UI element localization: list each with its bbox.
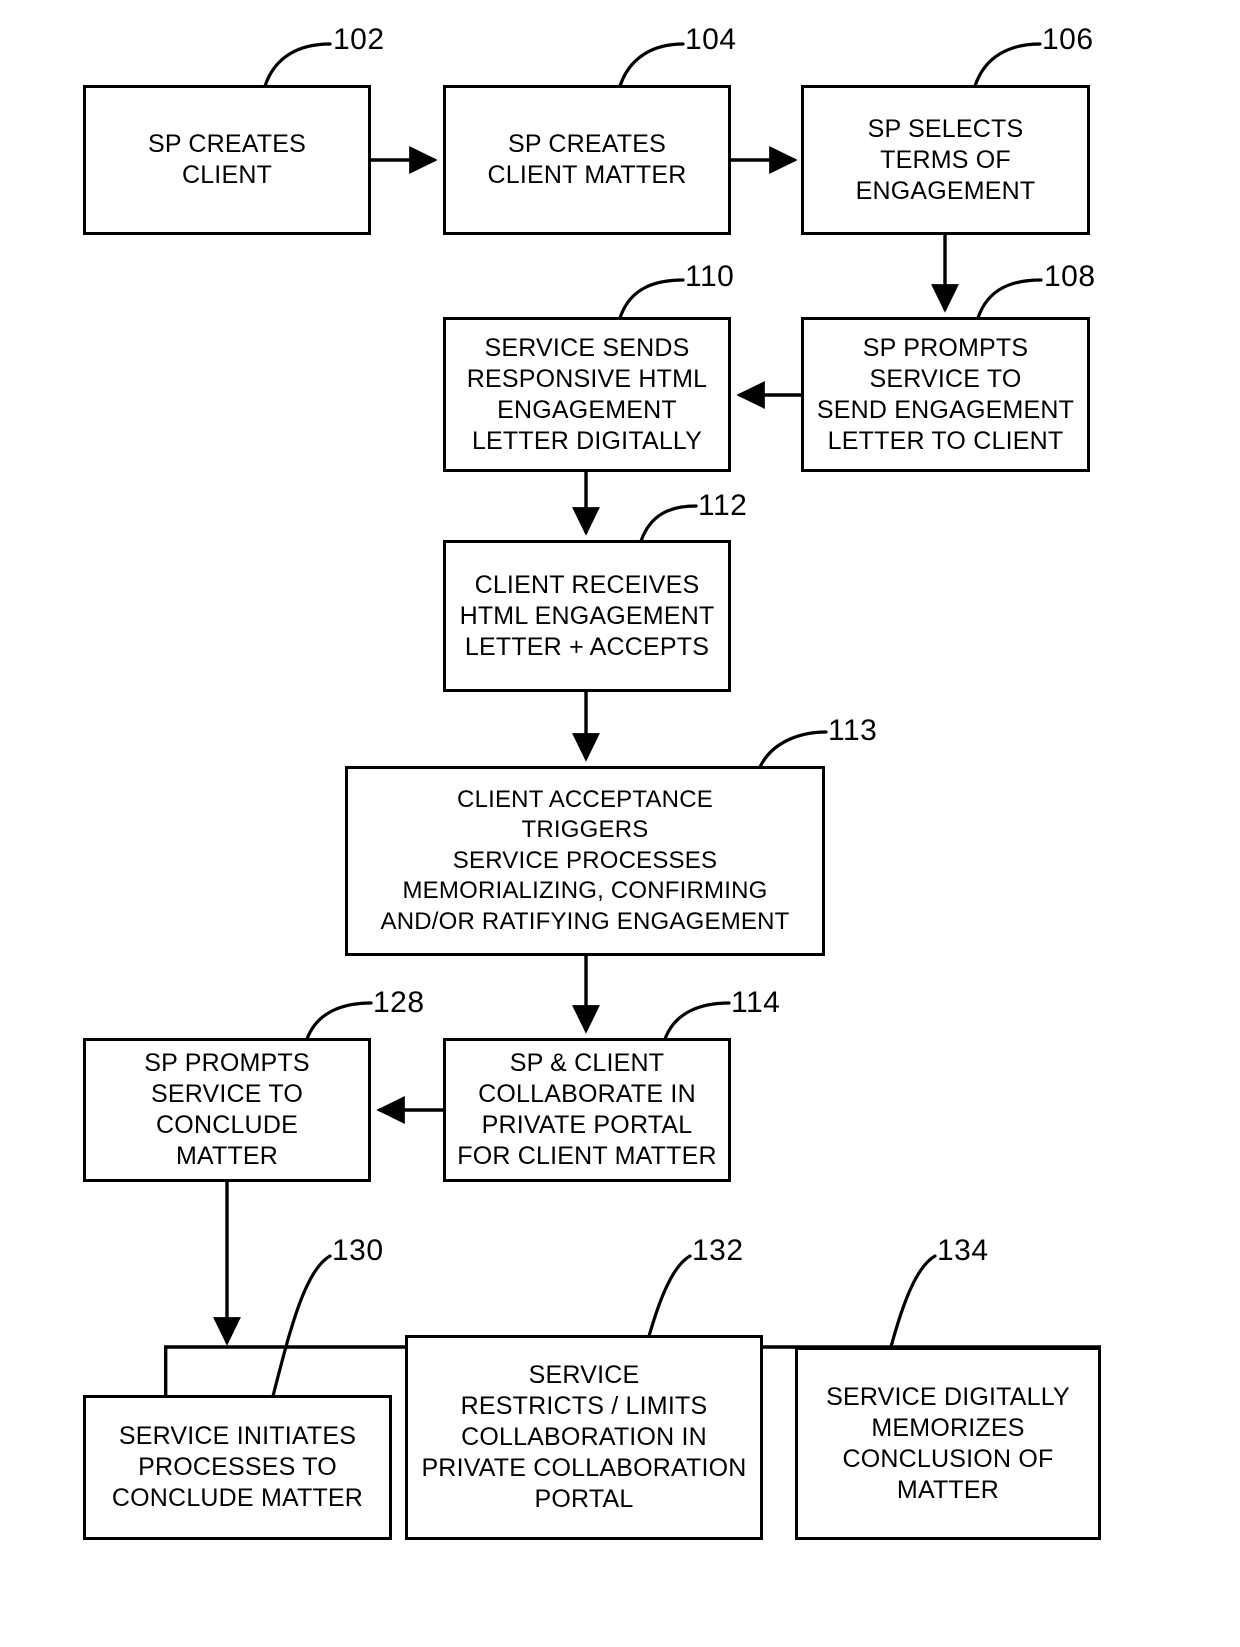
- node-client-acceptance-triggers-service-processes: CLIENT ACCEPTANCE TRIGGERS SERVICE PROCE…: [345, 766, 825, 956]
- leader-114: [663, 1001, 731, 1041]
- reference-numeral-113: 113: [828, 714, 878, 747]
- node-sp-creates-client-matter: SP CREATES CLIENT MATTER: [443, 85, 731, 235]
- node-label: SERVICE INITIATES PROCESSES TO CONCLUDE …: [111, 1422, 364, 1512]
- leader-112: [639, 504, 698, 543]
- patent-flowchart: SP CREATES CLIENT SP CREATES CLIENT MATT…: [0, 0, 1240, 1647]
- reference-numeral-114: 114: [731, 986, 781, 1019]
- node-sp-prompts-service-to-conclude-matter: SP PROMPTS SERVICE TO CONCLUDE MATTER: [83, 1038, 371, 1182]
- node-service-digitally-memorizes-conclusion-of-matter: SERVICE DIGITALLY MEMORIZES CONCLUSION O…: [795, 1347, 1101, 1540]
- reference-numeral-104: 104: [685, 23, 737, 56]
- reference-numeral-128: 128: [373, 986, 425, 1019]
- reference-numeral-132: 132: [692, 1234, 744, 1267]
- node-label: SERVICE DIGITALLY MEMORIZES CONCLUSION O…: [826, 1382, 1070, 1504]
- leader-108: [976, 278, 1043, 320]
- leader-102: [263, 42, 332, 88]
- leader-106: [973, 42, 1042, 88]
- node-sp-selects-terms-of-engagement: SP SELECTS TERMS OF ENGAGEMENT: [801, 85, 1090, 235]
- node-label: CLIENT ACCEPTANCE TRIGGERS SERVICE PROCE…: [380, 785, 790, 935]
- node-label: SP PROMPTS SERVICE TO CONCLUDE MATTER: [144, 1049, 310, 1170]
- node-label: SP & CLIENT COLLABORATE IN PRIVATE PORTA…: [457, 1049, 717, 1170]
- reference-numeral-106: 106: [1042, 23, 1094, 56]
- leader-130: [271, 1254, 332, 1398]
- reference-numeral-112: 112: [698, 489, 748, 522]
- node-label: SP SELECTS TERMS OF ENGAGEMENT: [855, 114, 1036, 205]
- node-label: SP CREATES CLIENT: [147, 130, 307, 189]
- node-label: SERVICE SENDS RESPONSIVE HTML ENGAGEMENT…: [466, 333, 708, 455]
- node-label: SP CREATES CLIENT MATTER: [487, 130, 687, 189]
- node-service-initiates-processes-to-conclude-matter: SERVICE INITIATES PROCESSES TO CONCLUDE …: [83, 1395, 392, 1540]
- node-service-restricts-limits-collaboration: SERVICE RESTRICTS / LIMITS COLLABORATION…: [405, 1335, 763, 1540]
- leader-113: [758, 730, 828, 769]
- reference-numeral-108: 108: [1044, 260, 1096, 293]
- reference-numeral-134: 134: [937, 1234, 989, 1267]
- leader-110: [618, 278, 685, 320]
- reference-numeral-130: 130: [332, 1234, 384, 1267]
- node-sp-and-client-collaborate-in-private-portal: SP & CLIENT COLLABORATE IN PRIVATE PORTA…: [443, 1038, 731, 1182]
- node-sp-prompts-service-to-send-engagement-letter: SP PROMPTS SERVICE TO SEND ENGAGEMENT LE…: [801, 317, 1090, 472]
- reference-leader-lines: [263, 42, 1043, 1398]
- leader-104: [618, 42, 685, 88]
- reference-numeral-102: 102: [333, 23, 385, 56]
- node-client-receives-html-engagement-letter-accepts: CLIENT RECEIVES HTML ENGAGEMENT LETTER +…: [443, 540, 731, 692]
- leader-128: [305, 1001, 373, 1041]
- node-service-sends-responsive-html-engagement-letter: SERVICE SENDS RESPONSIVE HTML ENGAGEMENT…: [443, 317, 731, 472]
- node-label: SP PROMPTS SERVICE TO SEND ENGAGEMENT LE…: [816, 333, 1075, 455]
- node-label: CLIENT RECEIVES HTML ENGAGEMENT LETTER +…: [459, 570, 715, 661]
- node-label: SERVICE RESTRICTS / LIMITS COLLABORATION…: [421, 1361, 747, 1513]
- node-sp-creates-client: SP CREATES CLIENT: [83, 85, 371, 235]
- reference-numeral-110: 110: [685, 260, 735, 293]
